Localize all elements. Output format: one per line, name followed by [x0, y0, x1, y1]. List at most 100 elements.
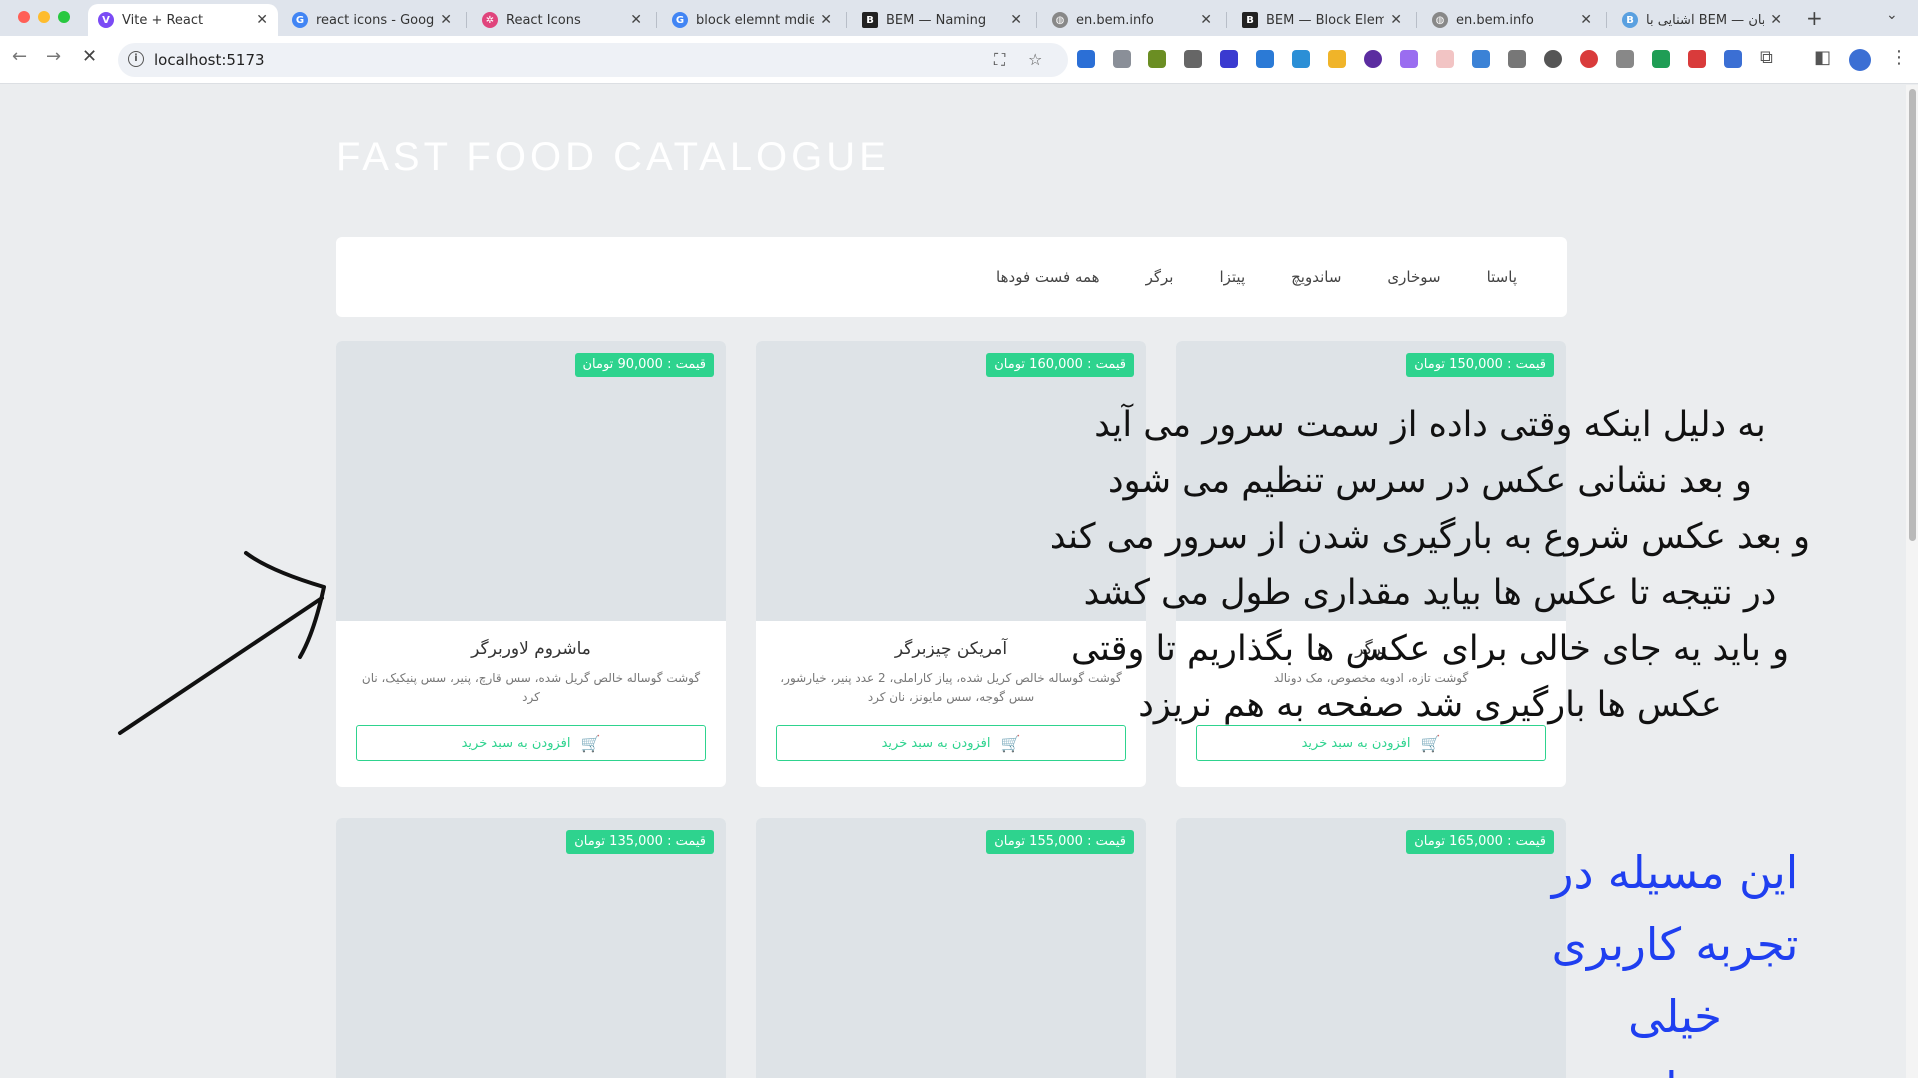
tab-bem-persian[interactable]: B آشنایی با BEM — به زبان ✕ — [1612, 4, 1792, 36]
menu-item-burger[interactable]: برگر — [1146, 268, 1174, 286]
globe-icon: ◍ — [1432, 12, 1448, 28]
more-menu-icon[interactable]: ⋮ — [1890, 47, 1908, 68]
tab-react-icons-google[interactable]: G react icons - Google ✕ — [282, 4, 462, 36]
close-window-button[interactable] — [18, 11, 30, 23]
tab-bar: V Vite + React ✕ G react icons - Google … — [0, 0, 1918, 36]
side-panel-icon[interactable]: ◧ — [1814, 47, 1831, 68]
adblock-icon[interactable] — [1580, 50, 1598, 68]
close-tab-icon[interactable]: ✕ — [1010, 12, 1022, 28]
new-tab-icon[interactable]: + — [1806, 6, 1823, 30]
tab-en-bem-info[interactable]: ◍ en.bem.info ✕ — [1042, 4, 1222, 36]
shield-icon[interactable] — [1652, 50, 1670, 68]
address-bar[interactable]: i localhost:5173 ⛶ ☆ — [118, 43, 1068, 77]
extension-icon[interactable] — [1616, 50, 1634, 68]
bem-icon: B — [1622, 12, 1638, 28]
extension-icon[interactable] — [1472, 50, 1490, 68]
minimize-window-button[interactable] — [38, 11, 50, 23]
scrollbar-thumb[interactable] — [1909, 89, 1916, 541]
puzzle-icon[interactable]: ⧉ — [1760, 47, 1773, 68]
download-icon[interactable] — [1292, 50, 1310, 68]
bookmark-star-icon[interactable]: ☆ — [1028, 50, 1042, 69]
close-tab-icon[interactable]: ✕ — [820, 12, 832, 28]
product-card: قیمت : 135,000 تومان — [336, 818, 726, 1078]
extension-icon[interactable] — [1364, 50, 1382, 68]
forward-icon[interactable]: → — [46, 46, 61, 67]
tab-divider — [1036, 12, 1037, 28]
cart-icon: 🛒 — [580, 733, 601, 753]
bem-icon: B — [862, 12, 878, 28]
category-menu: همه فست فودها برگر پیتزا ساندویچ سوخاری … — [336, 237, 1567, 317]
product-card: قیمت : 90,000 تومان ماشروم لاوربرگر گوشت… — [336, 341, 726, 787]
cart-icon: 🛒 — [1420, 733, 1441, 753]
product-card: قیمت : 155,000 تومان — [756, 818, 1146, 1078]
close-tab-icon[interactable]: ✕ — [1580, 12, 1592, 28]
bem-icon: B — [1242, 12, 1258, 28]
annotation-line: در نتیجه تا عکس ها بیاید مقداری طول می ک… — [1083, 573, 1777, 613]
extension-icon[interactable] — [1400, 50, 1418, 68]
tab-en-bem-info[interactable]: ◍ en.bem.info ✕ — [1422, 4, 1602, 36]
tab-bem-naming[interactable]: B BEM — Naming ✕ — [852, 4, 1032, 36]
menu-item-pizza[interactable]: پیتزا — [1219, 268, 1245, 286]
product-image-placeholder — [756, 818, 1146, 1078]
annotation-line: خیلی — [1628, 990, 1722, 1043]
vite-icon: V — [98, 12, 114, 28]
avatar[interactable] — [1849, 49, 1871, 71]
extension-icon[interactable] — [1328, 50, 1346, 68]
price-badge: قیمت : 135,000 تومان — [566, 830, 714, 854]
record-icon[interactable] — [1688, 50, 1706, 68]
product-description: گوشت گوساله خالص گریل شده، سس قارچ، پنیر… — [361, 671, 701, 704]
close-tab-icon[interactable]: ✕ — [1770, 12, 1782, 28]
tab-divider — [656, 12, 657, 28]
google-icon: G — [672, 12, 688, 28]
site-info-icon[interactable]: i — [128, 51, 144, 67]
extension-icon[interactable] — [1113, 50, 1131, 68]
extension-icon[interactable] — [1220, 50, 1238, 68]
menu-item-all[interactable]: همه فست فودها — [996, 268, 1100, 286]
tab-react-icons[interactable]: ✲ React Icons ✕ — [472, 4, 652, 36]
product-name: ماشروم لاوربرگر — [471, 639, 591, 659]
tab-vite-react[interactable]: V Vite + React ✕ — [88, 4, 278, 36]
price-badge: قیمت : 150,000 تومان — [1406, 353, 1554, 377]
annotation-line: عکس ها بارگیری شد صفحه به هم نریزد — [1138, 685, 1722, 725]
close-tab-icon[interactable]: ✕ — [630, 12, 642, 28]
extension-icon[interactable] — [1724, 50, 1742, 68]
cart-icon: 🛒 — [1000, 733, 1021, 753]
maximize-window-button[interactable] — [58, 11, 70, 23]
close-tab-icon[interactable]: ✕ — [256, 12, 268, 28]
close-tab-icon[interactable]: ✕ — [1200, 12, 1212, 28]
close-tab-icon[interactable]: ✕ — [1390, 12, 1402, 28]
tab-search-chevron-icon[interactable]: ⌄ — [1886, 7, 1898, 23]
annotation-line: به دلیل اینکه وقتی داده از سمت سرور می آ… — [1094, 405, 1766, 445]
extension-icon[interactable] — [1256, 50, 1274, 68]
annotation-ux-note: این مسیله در تجربه کاربری خیلی مهم است — [1490, 837, 1860, 1078]
extension-icon[interactable] — [1077, 50, 1095, 68]
annotation-line: تجربه کاربری — [1551, 918, 1799, 971]
stop-loading-icon[interactable]: ✕ — [82, 46, 97, 67]
extension-icon[interactable] — [1148, 50, 1166, 68]
browser-toolbar: ← → ✕ i localhost:5173 ⛶ ☆ ⧉ ◧ ⋮ — [0, 36, 1918, 84]
page-viewport: FAST FOOD CATALOGUE همه فست فودها برگر پ… — [0, 85, 1906, 1078]
price-badge: قیمت : 155,000 تومان — [986, 830, 1134, 854]
extension-icon[interactable] — [1436, 50, 1454, 68]
price-badge: قیمت : 90,000 تومان — [574, 353, 714, 377]
url-text[interactable]: localhost:5173 — [154, 51, 265, 69]
extension-icon[interactable] — [1508, 50, 1526, 68]
close-tab-icon[interactable]: ✕ — [440, 12, 452, 28]
menu-item-sandwich[interactable]: ساندویچ — [1291, 268, 1341, 286]
add-to-cart-button[interactable]: 🛒 افزودن به سبد خرید — [356, 725, 706, 761]
menu-item-pasta[interactable]: پاستا — [1487, 268, 1517, 286]
page-scrollbar[interactable] — [1906, 85, 1918, 1078]
annotation-note: به دلیل اینکه وقتی داده از سمت سرور می آ… — [980, 397, 1880, 733]
extension-icon[interactable] — [1544, 50, 1562, 68]
tab-bem-block-element[interactable]: B BEM — Block Elemen ✕ — [1232, 4, 1412, 36]
page-title: FAST FOOD CATALOGUE — [336, 135, 890, 179]
translate-icon[interactable]: ⛶ — [994, 50, 1005, 70]
tab-divider — [1226, 12, 1227, 28]
extension-icon[interactable] — [1184, 50, 1202, 68]
menu-item-fried[interactable]: سوخاری — [1387, 268, 1440, 286]
annotation-line: و باید یه جای خالی برای عکس ها بگذاریم ت… — [1070, 629, 1789, 669]
tab-block-element-modifier[interactable]: G block elemnt mdier ✕ — [662, 4, 842, 36]
annotation-line: این مسیله در — [1551, 846, 1799, 899]
annotation-line: و بعد عکس شروع به بارگیری شدن از سرور می… — [1049, 517, 1811, 557]
back-icon[interactable]: ← — [12, 46, 27, 67]
